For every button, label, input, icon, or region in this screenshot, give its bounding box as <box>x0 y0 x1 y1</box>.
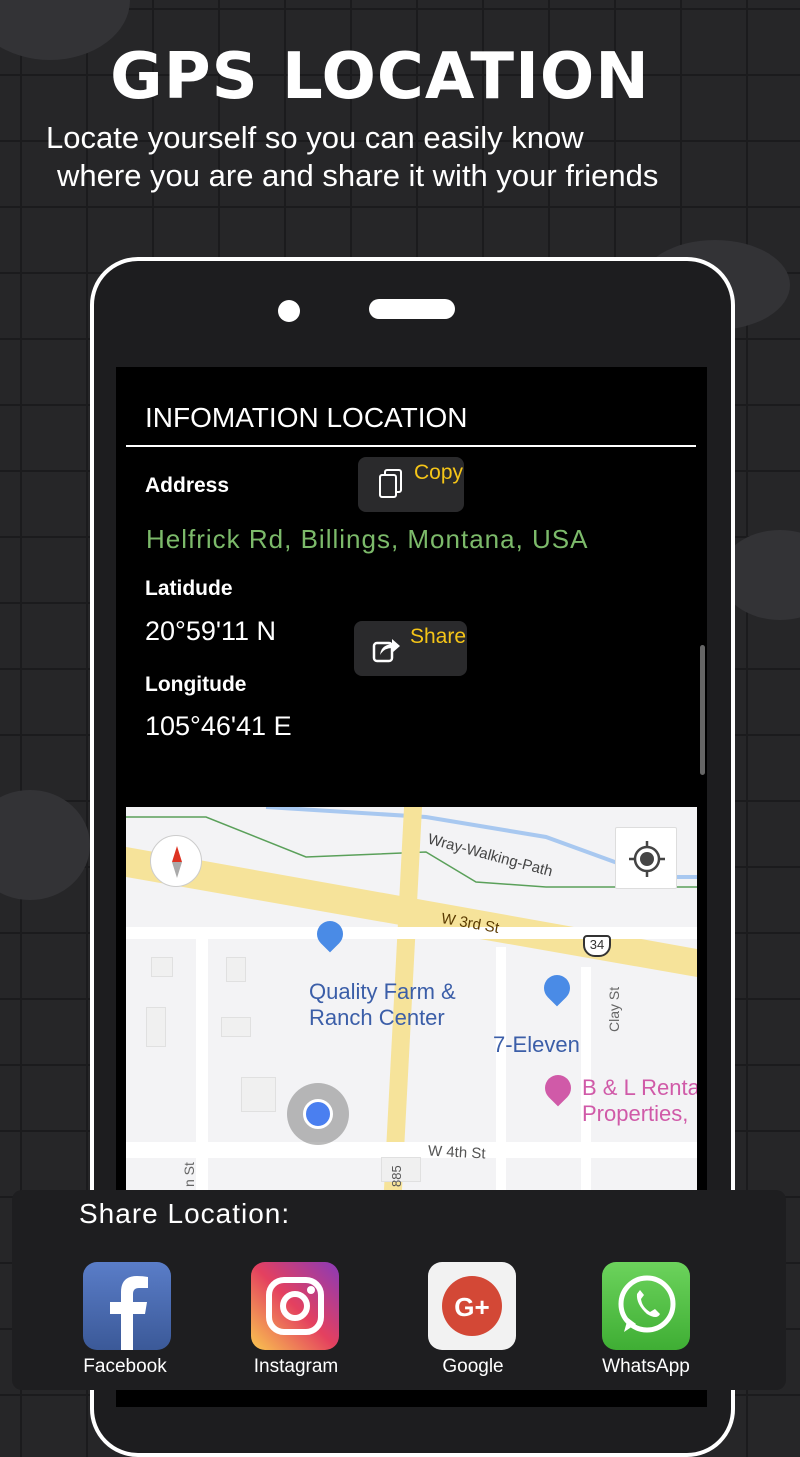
address-label: Address <box>145 474 230 497</box>
latitude-value: 20°59'11 N <box>145 616 277 646</box>
crosshair-icon <box>629 841 665 877</box>
map-street <box>196 927 208 1190</box>
map-street <box>126 1142 697 1158</box>
phone-speaker <box>369 299 455 319</box>
map-label: n St <box>181 1162 197 1187</box>
map-street <box>126 927 697 939</box>
instagram-icon <box>266 1277 324 1335</box>
longitude-label: Longitude <box>145 673 247 696</box>
map-label: Clay St <box>606 986 622 1032</box>
poi-label: 7-Eleven <box>493 1032 580 1057</box>
copy-button[interactable]: Copy <box>358 457 464 512</box>
svg-text:G+: G+ <box>454 1292 489 1322</box>
poi-label: Properties, <box>582 1101 689 1126</box>
map-street <box>496 947 506 1190</box>
facebook-label: Facebook <box>83 1356 167 1377</box>
divider <box>126 445 696 447</box>
map-building <box>226 957 246 982</box>
map-label: W 4th St <box>427 1142 486 1163</box>
scrollbar[interactable] <box>700 645 705 775</box>
google-label: Google <box>442 1356 504 1377</box>
compass-button[interactable] <box>150 835 202 887</box>
map-building <box>241 1077 276 1112</box>
page-title: GPS LOCATION <box>110 40 650 114</box>
copy-icon <box>379 469 402 498</box>
facebook-button[interactable] <box>83 1262 171 1350</box>
map-building <box>221 1017 251 1037</box>
whatsapp-button[interactable] <box>602 1262 690 1350</box>
my-location-button[interactable] <box>615 827 677 889</box>
share-title: Share Location: <box>79 1198 291 1229</box>
share-icon <box>372 639 400 663</box>
map-building <box>146 1007 166 1047</box>
my-location-dot <box>303 1099 333 1129</box>
subtitle: where you are and share it with your fri… <box>57 158 659 193</box>
subtitle: Locate yourself so you can easily know <box>46 120 584 155</box>
phone-camera <box>278 300 300 322</box>
cloud-decoration <box>0 790 90 900</box>
poi-label: B & L Renta <box>582 1075 697 1100</box>
address-value: Helfrick Rd, Billings, Montana, USA <box>146 524 589 554</box>
map-label: 885 <box>389 1165 404 1187</box>
instagram-button[interactable] <box>251 1262 339 1350</box>
latitude-label: Latidude <box>145 577 233 600</box>
compass-icon <box>172 846 182 878</box>
instagram-label: Instagram <box>253 1356 339 1377</box>
share-button[interactable]: Share <box>354 621 467 676</box>
facebook-icon <box>110 1276 148 1350</box>
poi-label: Ranch Center <box>309 1005 445 1030</box>
poi-label: Quality Farm & <box>309 979 456 1004</box>
whatsapp-label: WhatsApp <box>602 1356 690 1377</box>
map-building <box>151 957 173 977</box>
google-plus-icon: G+ <box>442 1276 502 1336</box>
google-plus-button[interactable]: G+ <box>428 1262 516 1350</box>
route-shield: 34 <box>583 935 611 957</box>
info-title: INFOMATION LOCATION <box>145 402 468 433</box>
map-view[interactable]: Wray-Walking-Path W 3rd St W 4th St Clay… <box>126 807 697 1190</box>
longitude-value: 105°46'41 E <box>145 711 292 741</box>
share-label: Share <box>410 625 467 648</box>
copy-label: Copy <box>414 461 464 484</box>
whatsapp-icon <box>618 1275 676 1333</box>
